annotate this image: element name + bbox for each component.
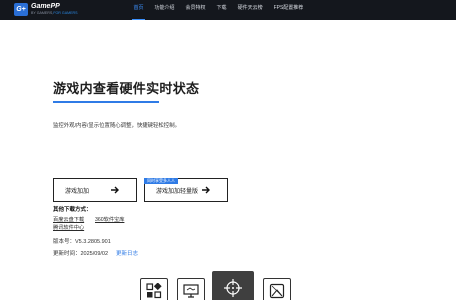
other-downloads-title: 其他下载方式： xyxy=(53,207,92,213)
feature-tab-screenshot[interactable] xyxy=(263,278,291,300)
arrow-right-icon xyxy=(111,186,119,194)
arrow-right-icon xyxy=(202,186,210,194)
hero-description: 监控外观/内容/显示位置随心调整，快捷键轻松控制。 xyxy=(53,123,180,129)
nav-download[interactable]: 下载 xyxy=(211,0,232,20)
baidu-cloud-link[interactable]: 百度云盘下载 xyxy=(53,216,84,223)
feature-tab-crosshair[interactable] xyxy=(212,271,254,300)
nav-features[interactable]: 功能介绍 xyxy=(149,0,180,20)
download-button-label: 游戏加加 xyxy=(65,188,90,195)
logo-text: GamePP BY GAMERS,FOR GAMERS xyxy=(31,3,77,16)
crosshair-icon xyxy=(224,279,242,297)
download-button[interactable]: 游戏加加 xyxy=(53,178,137,202)
feature-tab-apps[interactable] xyxy=(140,278,168,300)
brand-tagline: BY GAMERS,FOR GAMERS xyxy=(31,11,77,16)
apps-grid-icon xyxy=(146,283,162,299)
lite-badge: 同时享受多人人 xyxy=(144,178,178,184)
tagline-prefix: BY GAMERS, xyxy=(31,11,54,15)
monitor-icon xyxy=(183,284,199,298)
360-software-link[interactable]: 360软件宝库 xyxy=(95,216,124,223)
nav-membership[interactable]: 会员特权 xyxy=(180,0,211,20)
main-nav: 首页 功能介绍 会员特权 下载 硬件天云榜 FPS配置推荐 xyxy=(128,0,309,20)
gamepp-logo[interactable]: G+ GamePP BY GAMERS,FOR GAMERS xyxy=(14,3,77,18)
update-info: 更新时间：2025/09/02 更新日志 xyxy=(53,249,138,257)
nav-home[interactable]: 首页 xyxy=(128,0,149,20)
logo-mark-icon: G+ xyxy=(14,3,28,16)
nav-fps-config[interactable]: FPS配置推荐 xyxy=(268,0,309,20)
top-navigation-bar: G+ GamePP BY GAMERS,FOR GAMERS 首页 功能介绍 会… xyxy=(0,0,456,20)
screenshot-icon xyxy=(269,283,285,299)
tagline-highlight: FOR GAMERS xyxy=(53,11,78,15)
lite-button-label: 游戏加加轻量版 xyxy=(156,188,199,195)
nav-hardware-ranking[interactable]: 硬件天云榜 xyxy=(232,0,268,20)
version-number: 版本号：V5.3.2805.901 xyxy=(53,239,111,245)
update-date: 更新时间：2025/09/02 xyxy=(53,251,109,257)
title-underline xyxy=(53,101,159,103)
lite-download-button[interactable]: 同时享受多人人 游戏加加轻量版 xyxy=(144,178,228,202)
tencent-software-link[interactable]: 腾讯软件中心 xyxy=(53,224,84,231)
changelog-link[interactable]: 更新日志 xyxy=(116,251,138,257)
brand-name: GamePP xyxy=(31,3,60,10)
hero-title: 游戏内查看硬件实时状态 xyxy=(53,81,200,96)
feature-tab-monitor[interactable] xyxy=(177,278,205,300)
